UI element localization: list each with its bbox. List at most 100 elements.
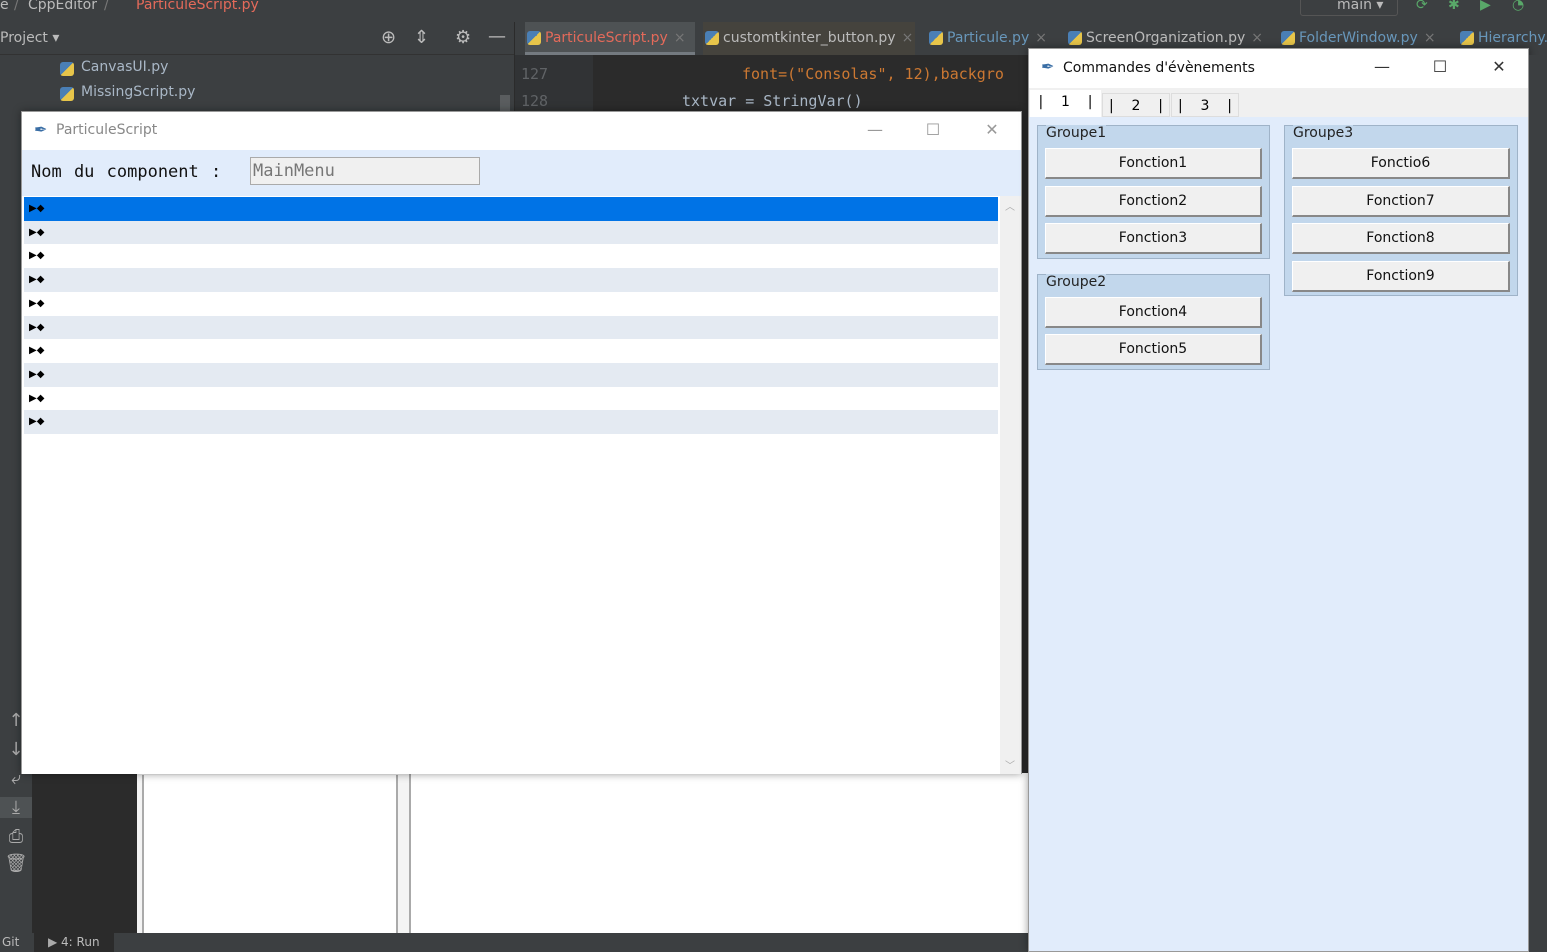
close-icon[interactable]: × xyxy=(1251,30,1263,46)
tree-row[interactable]: ▶◆ xyxy=(24,315,998,340)
python-file-icon xyxy=(527,31,541,45)
tree-row[interactable]: ▶◆ xyxy=(24,268,998,293)
group-label: Groupe3 xyxy=(1293,125,1354,141)
breadcrumb-0[interactable]: e xyxy=(0,0,9,13)
maximize-button[interactable]: ☐ xyxy=(1425,57,1455,76)
code-line: txtvar = StringVar() xyxy=(682,92,863,110)
tree-item-canvasui[interactable]: CanvasUI.py xyxy=(60,59,169,76)
print-icon[interactable]: ⎙ xyxy=(0,826,32,847)
locate-icon[interactable]: ⊕ xyxy=(381,27,396,48)
splitter[interactable] xyxy=(403,773,411,933)
tree-row[interactable]: ▶◆ xyxy=(24,220,998,245)
fonction5-button[interactable]: Fonction5 xyxy=(1045,334,1262,365)
fonction8-button[interactable]: Fonction8 xyxy=(1292,223,1510,254)
run-tab[interactable]: ▶ 4: Run xyxy=(34,933,114,952)
python-file-icon xyxy=(1068,31,1082,45)
group-groupe3: Groupe3 Fonctio6 Fonction7 Fonction8 Fon… xyxy=(1284,125,1518,296)
git-tab[interactable]: Git xyxy=(2,935,19,949)
scroll-down-icon[interactable]: ﹀ xyxy=(1005,757,1015,772)
line-number: 128 xyxy=(521,92,549,110)
scroll-to-end-icon[interactable]: ⤓ xyxy=(0,797,32,818)
code-editor[interactable]: 127 128 font=("Consolas", 12),backgro tx… xyxy=(515,55,1035,111)
branch-selector[interactable]: main ▾ xyxy=(1300,0,1398,16)
project-toolbar: Project ▾ ⊕ ⇕ ⚙ — xyxy=(0,22,514,55)
close-icon[interactable]: × xyxy=(902,30,914,46)
tab-1[interactable]: | 1 | xyxy=(1030,90,1101,117)
tree-row[interactable]: ▶◆ xyxy=(24,362,998,387)
gear-icon[interactable]: ⚙ xyxy=(455,27,471,48)
tree-item-label: CanvasUI.py xyxy=(81,59,169,75)
navigation-bar: e / CppEditor / ParticuleScript.py main … xyxy=(0,0,1547,22)
tab-label: Particule.py xyxy=(947,30,1030,46)
events-window: ✒ Commandes d'évènements — ☐ ✕ | 1 | | 2… xyxy=(1028,48,1529,952)
maximize-button[interactable]: ☐ xyxy=(918,120,948,139)
project-dropdown[interactable]: Project ▾ xyxy=(0,30,59,46)
header-panel: Nom du component : xyxy=(22,150,1021,196)
scroll-up-icon[interactable]: ︿ xyxy=(1005,198,1015,213)
tab-label: ParticuleScript.py xyxy=(545,30,668,46)
run-coverage-icon[interactable]: ▶ xyxy=(1480,0,1491,13)
left-tool-strip xyxy=(0,111,21,671)
project-label: Project xyxy=(0,30,48,46)
tab-2[interactable]: | 2 | xyxy=(1102,93,1170,117)
close-button[interactable]: ✕ xyxy=(1484,57,1514,76)
collapse-icon[interactable]: ⇕ xyxy=(414,27,429,48)
close-icon[interactable]: × xyxy=(1424,30,1436,46)
window-title: ParticuleScript xyxy=(56,122,158,138)
breadcrumb-1[interactable]: CppEditor xyxy=(28,0,97,13)
component-name-input[interactable] xyxy=(250,157,480,185)
title-bar[interactable]: ✒ ParticuleScript — ☐ ✕ xyxy=(22,112,1021,150)
breadcrumb-2[interactable]: ParticuleScript.py xyxy=(136,0,259,13)
line-number: 127 xyxy=(521,65,549,83)
tab-label: 1 xyxy=(1061,94,1070,110)
run-tab-label: 4: Run xyxy=(61,935,100,949)
bottom-tool-bar: Git ▶ 4: Run xyxy=(0,933,1030,952)
fonction2-button[interactable]: Fonction2 xyxy=(1045,186,1262,217)
python-file-icon xyxy=(60,62,74,76)
minimize-button[interactable]: — xyxy=(860,120,890,139)
window-title: Commandes d'évènements xyxy=(1063,60,1255,76)
feather-icon: ✒ xyxy=(34,120,48,139)
python-file-icon xyxy=(1281,31,1295,45)
close-button[interactable]: ✕ xyxy=(977,120,1007,139)
tab-customtkinter[interactable]: customtkinter_button.py × xyxy=(703,22,915,55)
tree-row[interactable]: ▶◆ xyxy=(24,197,998,221)
tree-scrollbar[interactable]: ︿ ﹀ xyxy=(1000,196,1021,774)
tree-row[interactable]: ▶◆ xyxy=(24,410,998,435)
group-label: Groupe2 xyxy=(1046,274,1107,290)
title-bar[interactable]: ✒ Commandes d'évènements — ☐ ✕ xyxy=(1029,49,1528,88)
run-icon: ▶ xyxy=(48,935,62,949)
tree-item-missingscript[interactable]: MissingScript.py xyxy=(60,84,196,101)
tab-label: FolderWindow.py xyxy=(1299,30,1418,46)
tree-item-label: MissingScript.py xyxy=(81,84,196,100)
tab-3[interactable]: | 3 | xyxy=(1171,93,1239,117)
component-name-label: Nom du component : xyxy=(31,162,222,182)
profile-icon[interactable]: ◔ xyxy=(1512,0,1524,13)
python-file-icon xyxy=(1460,31,1474,45)
tree-row[interactable]: ▶◆ xyxy=(24,386,998,411)
minimize-panel-icon[interactable]: — xyxy=(488,26,506,47)
fonction4-button[interactable]: Fonction4 xyxy=(1045,297,1262,328)
tree-scrollbar[interactable] xyxy=(500,95,510,111)
fonction9-button[interactable]: Fonction9 xyxy=(1292,261,1510,292)
run-output-area xyxy=(137,773,1030,935)
git-update-icon[interactable]: ⟳ xyxy=(1416,0,1428,13)
minimize-button[interactable]: — xyxy=(1367,57,1397,76)
code-line: font=("Consolas", 12),backgro xyxy=(742,65,1004,83)
tree-row[interactable]: ▶◆ xyxy=(24,291,998,316)
debug-icon[interactable]: ✱ xyxy=(1448,0,1460,13)
fonction1-button[interactable]: Fonction1 xyxy=(1045,148,1262,179)
fonction3-button[interactable]: Fonction3 xyxy=(1045,223,1262,254)
particulescript-window: ✒ ParticuleScript — ☐ ✕ Nom du component… xyxy=(21,111,1022,774)
trash-icon[interactable]: 🗑 xyxy=(0,853,32,874)
close-icon[interactable]: × xyxy=(1035,30,1047,46)
tree-row[interactable]: ▶◆ xyxy=(24,339,998,364)
listbox[interactable] xyxy=(142,775,398,935)
tree-row[interactable]: ▶◆ xyxy=(24,244,998,269)
tab-particulescript[interactable]: ParticuleScript.py × xyxy=(525,22,695,55)
close-icon[interactable]: × xyxy=(674,30,686,46)
tab-label: Hierarchy. xyxy=(1478,30,1547,46)
python-file-icon xyxy=(60,87,74,101)
fonctio6-button[interactable]: Fonctio6 xyxy=(1292,148,1510,179)
fonction7-button[interactable]: Fonction7 xyxy=(1292,186,1510,217)
